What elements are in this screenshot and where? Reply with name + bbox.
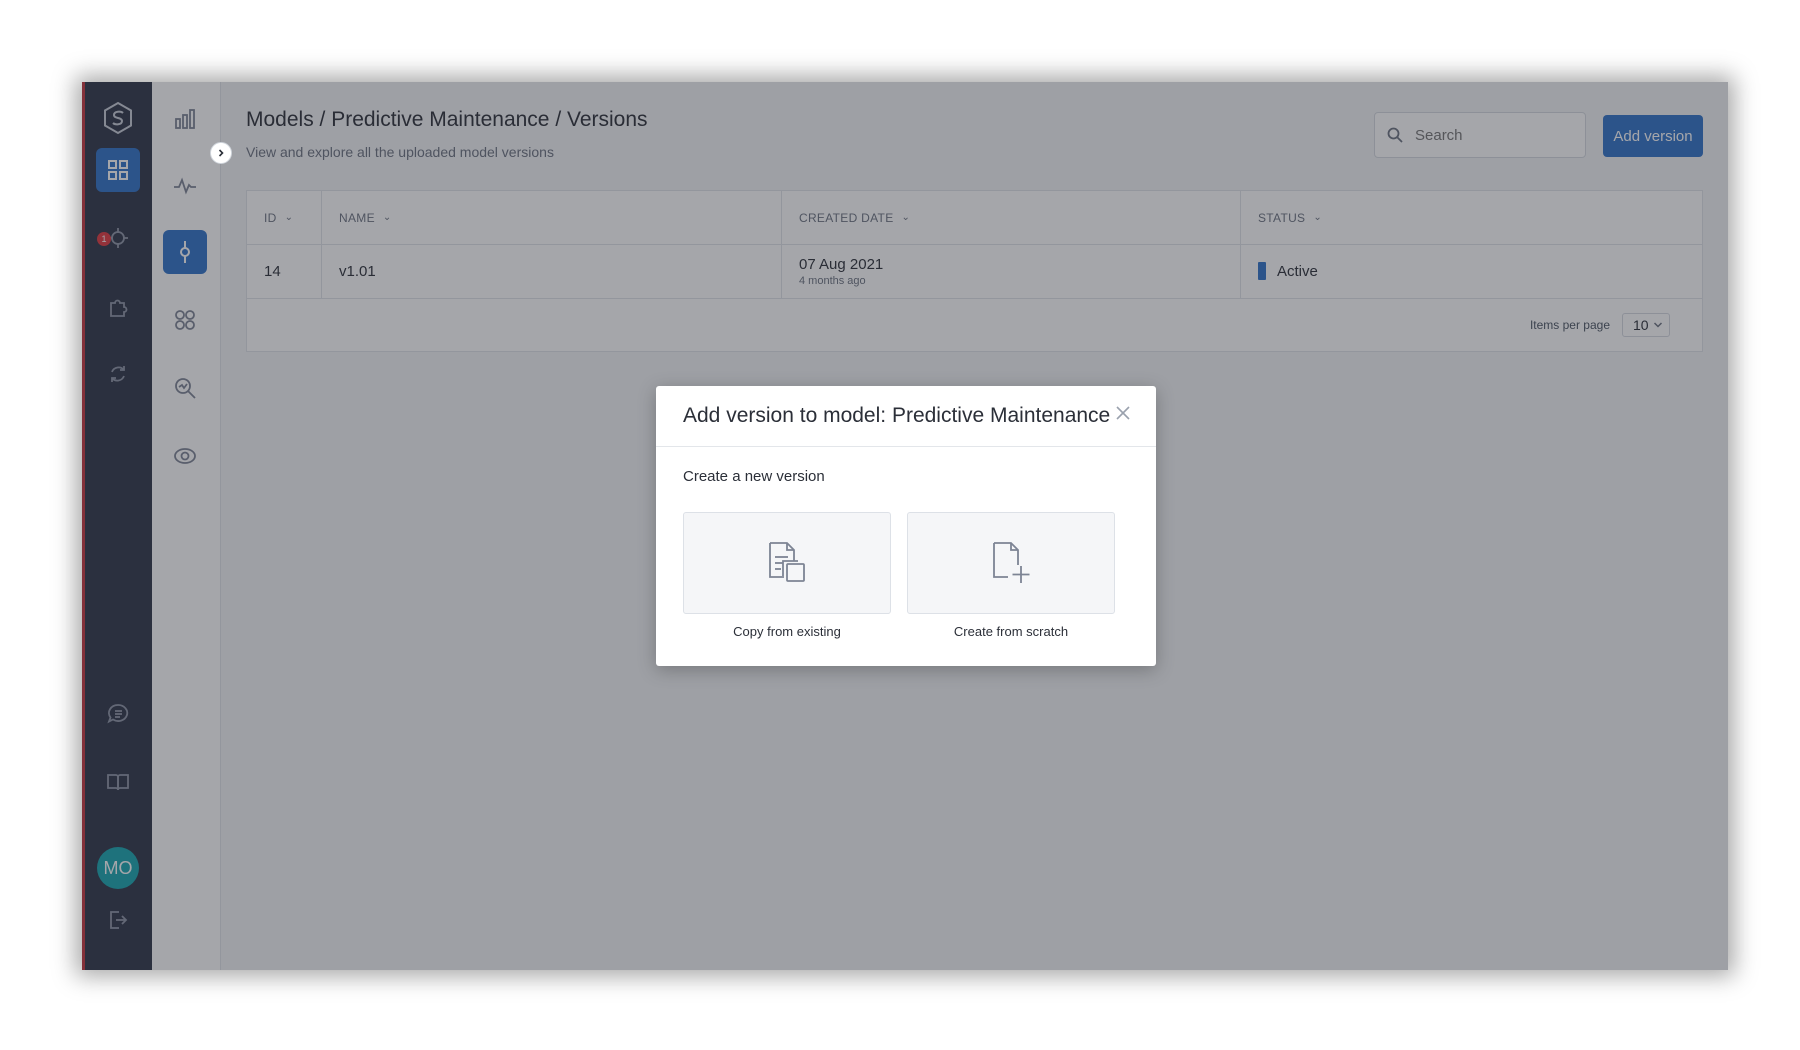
add-version-dialog: Add version to model: Predictive Mainten… [656, 386, 1156, 666]
expand-sidebar-button[interactable] [210, 142, 232, 164]
dialog-title: Add version to model: Predictive Mainten… [683, 404, 1111, 427]
dialog-header: Add version to model: Predictive Mainten… [656, 386, 1156, 447]
copy-from-existing-label: Copy from existing [733, 624, 841, 639]
copy-from-existing-button[interactable] [683, 512, 891, 614]
create-from-scratch-button[interactable] [907, 512, 1115, 614]
section-label: Create a new version [683, 468, 825, 485]
copy-document-icon [769, 542, 805, 582]
new-document-icon [993, 542, 1030, 583]
create-from-scratch-label: Create from scratch [953, 624, 1069, 639]
close-icon[interactable] [1112, 402, 1134, 424]
